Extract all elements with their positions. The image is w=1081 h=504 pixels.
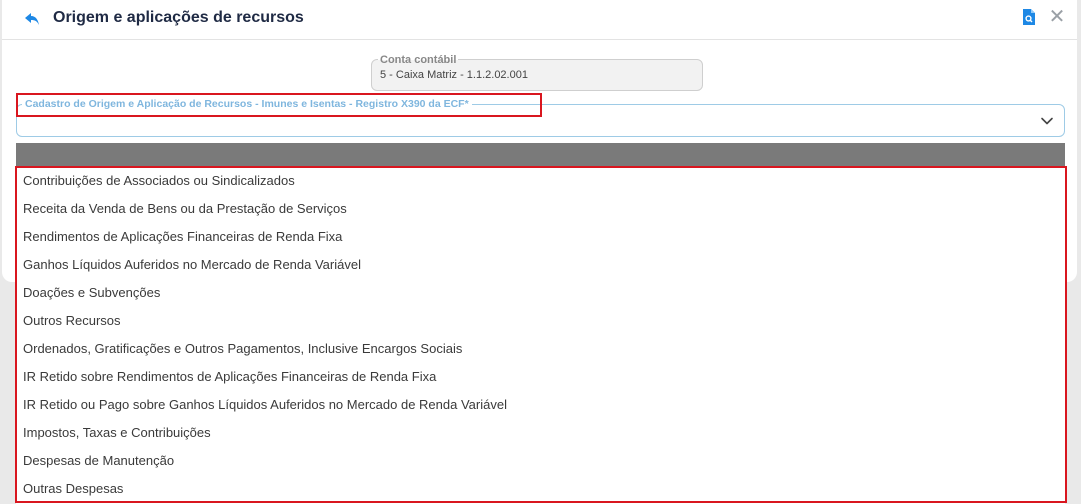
conta-contabil-label: Conta contábil (378, 54, 459, 66)
dropdown-item[interactable]: Rendimentos de Aplicações Financeiras de… (23, 229, 342, 244)
document-search-icon[interactable] (1022, 8, 1036, 26)
dropdown-item[interactable]: Ganhos Líquidos Auferidos no Mercado de … (23, 257, 361, 272)
dropdown-item[interactable]: Despesas de Manutenção (23, 453, 174, 468)
close-icon[interactable]: ✕ (1048, 6, 1066, 28)
dropdown-list: Contribuições de Associados ou Sindicali… (16, 166, 1065, 504)
dialog-title: Origem e aplicações de recursos (53, 9, 304, 26)
dropdown-item[interactable]: Outros Recursos (23, 313, 121, 328)
dropdown-item[interactable]: Contribuições de Associados ou Sindicali… (23, 173, 295, 188)
dialog-header: Origem e aplicações de recursos ✕ (2, 0, 1077, 40)
dropdown-item[interactable]: Receita da Venda de Bens ou da Prestação… (23, 201, 347, 216)
cadastro-select-label: Cadastro de Origem e Aplicação de Recurs… (22, 98, 472, 110)
chevron-down-icon[interactable] (1040, 114, 1054, 128)
dropdown-header-bar (16, 143, 1065, 166)
back-arrow-icon[interactable] (24, 11, 40, 27)
dropdown-item[interactable]: Impostos, Taxas e Contribuições (23, 425, 211, 440)
conta-contabil-value: 5 - Caixa Matriz - 1.1.2.02.001 (380, 69, 528, 81)
dropdown-item[interactable]: Doações e Subvenções (23, 285, 160, 300)
dropdown-item[interactable]: Outras Despesas (23, 481, 123, 496)
dropdown-item[interactable]: IR Retido sobre Rendimentos de Aplicaçõe… (23, 369, 436, 384)
dropdown-item[interactable]: Ordenados, Gratificações e Outros Pagame… (23, 341, 462, 356)
dropdown-item[interactable]: IR Retido ou Pago sobre Ganhos Líquidos … (23, 397, 507, 412)
